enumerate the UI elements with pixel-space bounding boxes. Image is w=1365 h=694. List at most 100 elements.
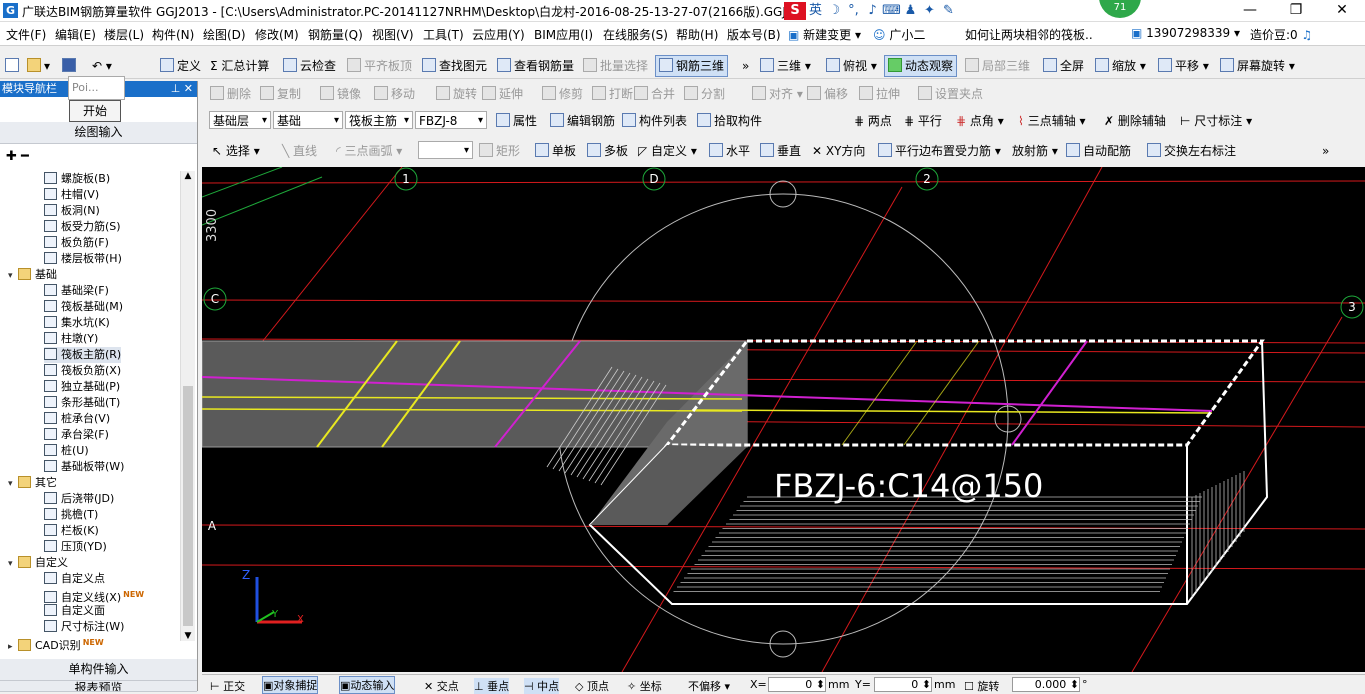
tree-item[interactable]: 柱墩(Y)	[44, 331, 98, 347]
user-account[interactable]: ▣ 13907298339 ▾	[1131, 26, 1240, 40]
mirror-button[interactable]: 镜像	[320, 84, 361, 104]
tree-item[interactable]: 基础梁(F)	[44, 283, 109, 299]
view-rebar-button[interactable]: 查看钢筋量	[497, 56, 574, 76]
line-button[interactable]: ╲ 直线	[282, 141, 317, 161]
auto-rebar-button[interactable]: 自动配筋	[1066, 141, 1131, 161]
users-icon[interactable]: ♟	[901, 2, 920, 20]
parallel-edge-button[interactable]: 平行边布置受力筋 ▾	[878, 141, 1001, 161]
delete-button[interactable]: 删除	[210, 84, 251, 104]
rebar-magenta-box[interactable]	[1011, 340, 1088, 446]
zoom-button[interactable]: 缩放 ▾	[1095, 56, 1146, 76]
offset-select[interactable]: 不偏移 ▾	[688, 678, 730, 694]
mid-toggle[interactable]: ⊣ 中点	[524, 678, 560, 694]
selected-slab-top[interactable]	[663, 339, 1265, 447]
select-button[interactable]: ↖ 选择 ▾	[212, 141, 260, 161]
batch-select-button[interactable]: 批量选择	[583, 56, 648, 76]
tree-expand-icon[interactable]: ▸	[8, 639, 18, 655]
menu-file[interactable]: 文件(F)	[6, 26, 46, 43]
tree-item[interactable]: 集水坑(K)	[44, 315, 110, 331]
save-icon[interactable]	[62, 56, 79, 76]
tree-item[interactable]: 基础板带(W)	[44, 459, 124, 475]
offset-button[interactable]: 偏移	[807, 84, 848, 104]
rebar-3d-button[interactable]: 钢筋三维	[655, 55, 729, 77]
item-select[interactable]: FBZJ-8	[415, 111, 487, 130]
new-change-button[interactable]: ▣ 新建变更 ▾	[788, 26, 861, 43]
pin-close-icon[interactable]: ⊥ ✕	[171, 81, 193, 97]
overflow-chevron-icon[interactable]: »	[1322, 141, 1329, 161]
tree-item[interactable]: 尺寸标注(W)	[44, 619, 124, 635]
rotate-input[interactable]: 0.000 ⬍	[1012, 677, 1080, 692]
sogou-s-icon[interactable]: S	[784, 2, 806, 20]
start-button[interactable]: 开始	[69, 100, 121, 122]
rebar-yellow-box[interactable]	[841, 340, 980, 446]
undo-icon[interactable]: ↶ ▾	[92, 56, 112, 76]
break-button[interactable]: 打断	[592, 84, 633, 104]
intersect-toggle[interactable]: ✕ 交点	[424, 678, 459, 694]
pan-button[interactable]: 平移 ▾	[1158, 56, 1209, 76]
single-slab-button[interactable]: 单板	[535, 141, 576, 161]
tree-item[interactable]: 筏板主筋(R)	[44, 347, 122, 363]
style-select[interactable]	[418, 141, 473, 160]
moon-icon[interactable]: ☽	[825, 2, 844, 20]
tree-item[interactable]: 承台梁(F)	[44, 427, 109, 443]
ime-english-icon[interactable]: 英	[806, 2, 825, 20]
rotate-screen-button[interactable]: 屏幕旋转 ▾	[1220, 56, 1295, 76]
mic-icon[interactable]: ♪	[863, 2, 882, 20]
dimension-button[interactable]: ⊢ 尺寸标注 ▾	[1180, 111, 1252, 131]
drawing-canvas[interactable]: 1 D 2 C 3 A 3300 FBZJ-6:C14@150 Z Y X	[202, 167, 1365, 672]
tree-folder[interactable]: ▸ CAD识别 NEW	[8, 635, 104, 652]
tree-item[interactable]: 柱帽(V)	[44, 187, 99, 203]
y-input[interactable]: 0 ⬍	[874, 677, 932, 692]
tree-item[interactable]: 栏板(K)	[44, 523, 99, 539]
new-file-icon[interactable]	[5, 56, 22, 76]
menu-rebar-qty[interactable]: 钢筋量(Q)	[308, 26, 363, 43]
overflow-chevron-icon[interactable]: »	[742, 56, 749, 76]
scroll-down-icon[interactable]: ▼	[181, 631, 195, 641]
two-point-button[interactable]: ⋕ 两点	[854, 111, 892, 131]
menu-online[interactable]: 在线服务(S)	[603, 26, 668, 43]
menu-modify[interactable]: 修改(M)	[255, 26, 299, 43]
rect-button[interactable]: 矩形	[479, 141, 520, 161]
flat-top-button[interactable]: 平齐板顶	[347, 56, 412, 76]
draw-input-tab[interactable]: 绘图输入	[0, 122, 197, 144]
rotate-checkbox[interactable]: ☐ 旋转	[964, 678, 999, 694]
expand-collapse-icons[interactable]: ✚ ━	[6, 149, 29, 164]
rebar-yellow-right[interactable]	[691, 409, 1213, 414]
dynamic-view-button[interactable]: 动态观察	[884, 55, 958, 77]
horizontal-button[interactable]: 水平	[709, 141, 750, 161]
perp-toggle[interactable]: ⊥ 垂点	[474, 678, 510, 694]
component-list-button[interactable]: 构件列表	[622, 111, 687, 131]
copy-button[interactable]: 复制	[260, 84, 301, 104]
rotate-button[interactable]: 旋转	[436, 84, 477, 104]
notification-badge[interactable]: 71	[1099, 0, 1141, 18]
radial-button[interactable]: 放射筋 ▾	[1012, 141, 1058, 161]
keyboard-icon[interactable]: ⌨	[882, 2, 901, 20]
tree-expand-icon[interactable]: ▾	[8, 556, 18, 572]
swap-label-button[interactable]: 交换左右标注	[1147, 141, 1236, 161]
local-3d-button[interactable]: 局部三维	[965, 56, 1030, 76]
tree-item[interactable]: 板负筋(F)	[44, 235, 109, 251]
grip-button[interactable]: 设置夹点	[918, 84, 983, 104]
ortho-toggle[interactable]: ⊢ 正交	[210, 678, 245, 694]
tree-item[interactable]: 自定义线(X) NEW	[44, 587, 144, 604]
menu-edit[interactable]: 编辑(E)	[55, 26, 96, 43]
3d-view-button[interactable]: 三维 ▾	[760, 56, 811, 76]
snap-toggle[interactable]: ▣对象捕捉	[262, 676, 319, 694]
define-button[interactable]: 定义	[160, 56, 201, 76]
punct-icon[interactable]: °,	[844, 2, 863, 20]
shirt-icon[interactable]: ✦	[920, 2, 939, 20]
tree-item[interactable]: 压顶(YD)	[44, 539, 107, 555]
menu-version[interactable]: 版本号(B)	[727, 26, 781, 43]
vertex-toggle[interactable]: ◇ 顶点	[575, 678, 609, 694]
tree-item[interactable]: 自定义面	[44, 603, 105, 619]
fullscreen-button[interactable]: 全屏	[1043, 56, 1084, 76]
menu-tools[interactable]: 工具(T)	[423, 26, 464, 43]
menu-draw[interactable]: 绘图(D)	[203, 26, 246, 43]
question-link[interactable]: 如何让两块相邻的筏板..	[965, 26, 1093, 43]
tree-expand-icon[interactable]: ▾	[8, 268, 18, 284]
menu-floor[interactable]: 楼层(L)	[104, 26, 144, 43]
point-angle-button[interactable]: ⋕ 点角 ▾	[956, 111, 1004, 131]
tree-folder[interactable]: ▾ 自定义	[8, 555, 68, 571]
vertical-button[interactable]: 垂直	[760, 141, 801, 161]
parallel-button[interactable]: ⋕ 平行	[904, 111, 942, 131]
